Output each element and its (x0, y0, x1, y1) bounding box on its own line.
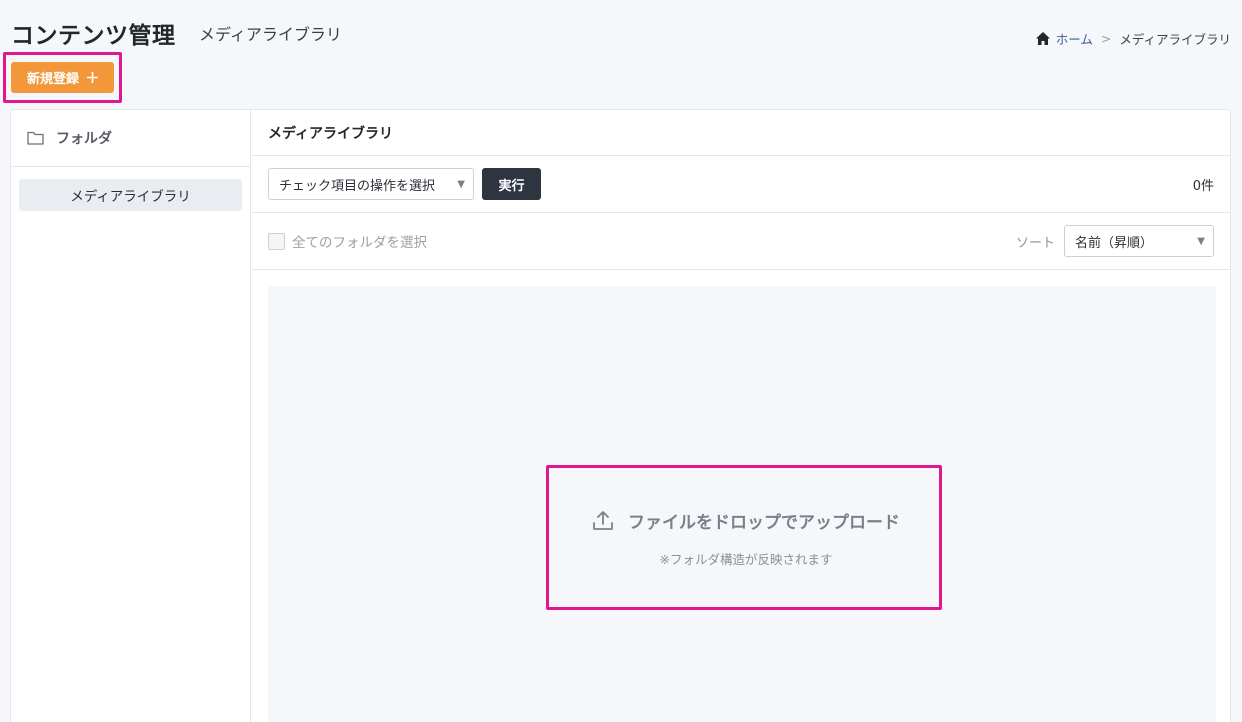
execute-button[interactable]: 実行 (482, 168, 541, 200)
main-title: メディアライブラリ (252, 110, 1230, 156)
sort-select[interactable]: 名前（昇順） ▼ (1064, 225, 1214, 257)
breadcrumb-separator: > (1100, 31, 1112, 46)
page-subtitle: メディアライブラリ (199, 25, 342, 44)
folder-sidebar: フォルダ メディアライブラリ (11, 110, 251, 722)
select-all-checkbox[interactable]: 全てのフォルダを選択 (268, 231, 427, 251)
home-icon (1035, 32, 1050, 45)
folder-icon (27, 131, 44, 145)
dropzone-highlight (546, 465, 942, 610)
breadcrumb-current: メディアライブラリ (1119, 32, 1231, 47)
new-button-highlight (3, 52, 122, 103)
caret-down-icon: ▼ (457, 178, 465, 190)
sidebar-header: フォルダ (11, 110, 250, 167)
filter-bar: 全てのフォルダを選択 ソート 名前（昇順） ▼ (252, 213, 1230, 270)
sort-label: ソート (1015, 235, 1055, 251)
sidebar-title: フォルダ (56, 131, 112, 147)
select-all-label: 全てのフォルダを選択 (292, 235, 427, 251)
main-area: メディアライブラリ チェック項目の操作を選択 ▼ 実行 0件 全てのフォルダを選… (252, 110, 1230, 722)
sort-control: ソート 名前（昇順） ▼ (1016, 225, 1214, 257)
sidebar-item-media-library[interactable]: メディアライブラリ (19, 179, 242, 211)
content-panel: フォルダ メディアライブラリ メディアライブラリ チェック項目の操作を選択 ▼ … (10, 109, 1231, 722)
breadcrumb-home-link[interactable]: ホーム (1035, 29, 1093, 48)
bulk-action-select[interactable]: チェック項目の操作を選択 ▼ (268, 168, 474, 200)
breadcrumb: ホーム > メディアライブラリ (1035, 29, 1231, 48)
sidebar-item-label: メディアライブラリ (70, 189, 191, 205)
breadcrumb-home-label: ホーム (1055, 32, 1093, 47)
item-count: 0件 (1192, 178, 1214, 194)
page-title: コンテンツ管理 (11, 23, 176, 49)
checkbox-box[interactable] (268, 232, 285, 250)
sort-selected: 名前（昇順） (1075, 235, 1154, 251)
caret-down-icon: ▼ (1197, 235, 1205, 247)
bulk-action-toolbar: チェック項目の操作を選択 ▼ 実行 0件 (252, 156, 1230, 213)
bulk-action-selected: チェック項目の操作を選択 (279, 178, 436, 194)
